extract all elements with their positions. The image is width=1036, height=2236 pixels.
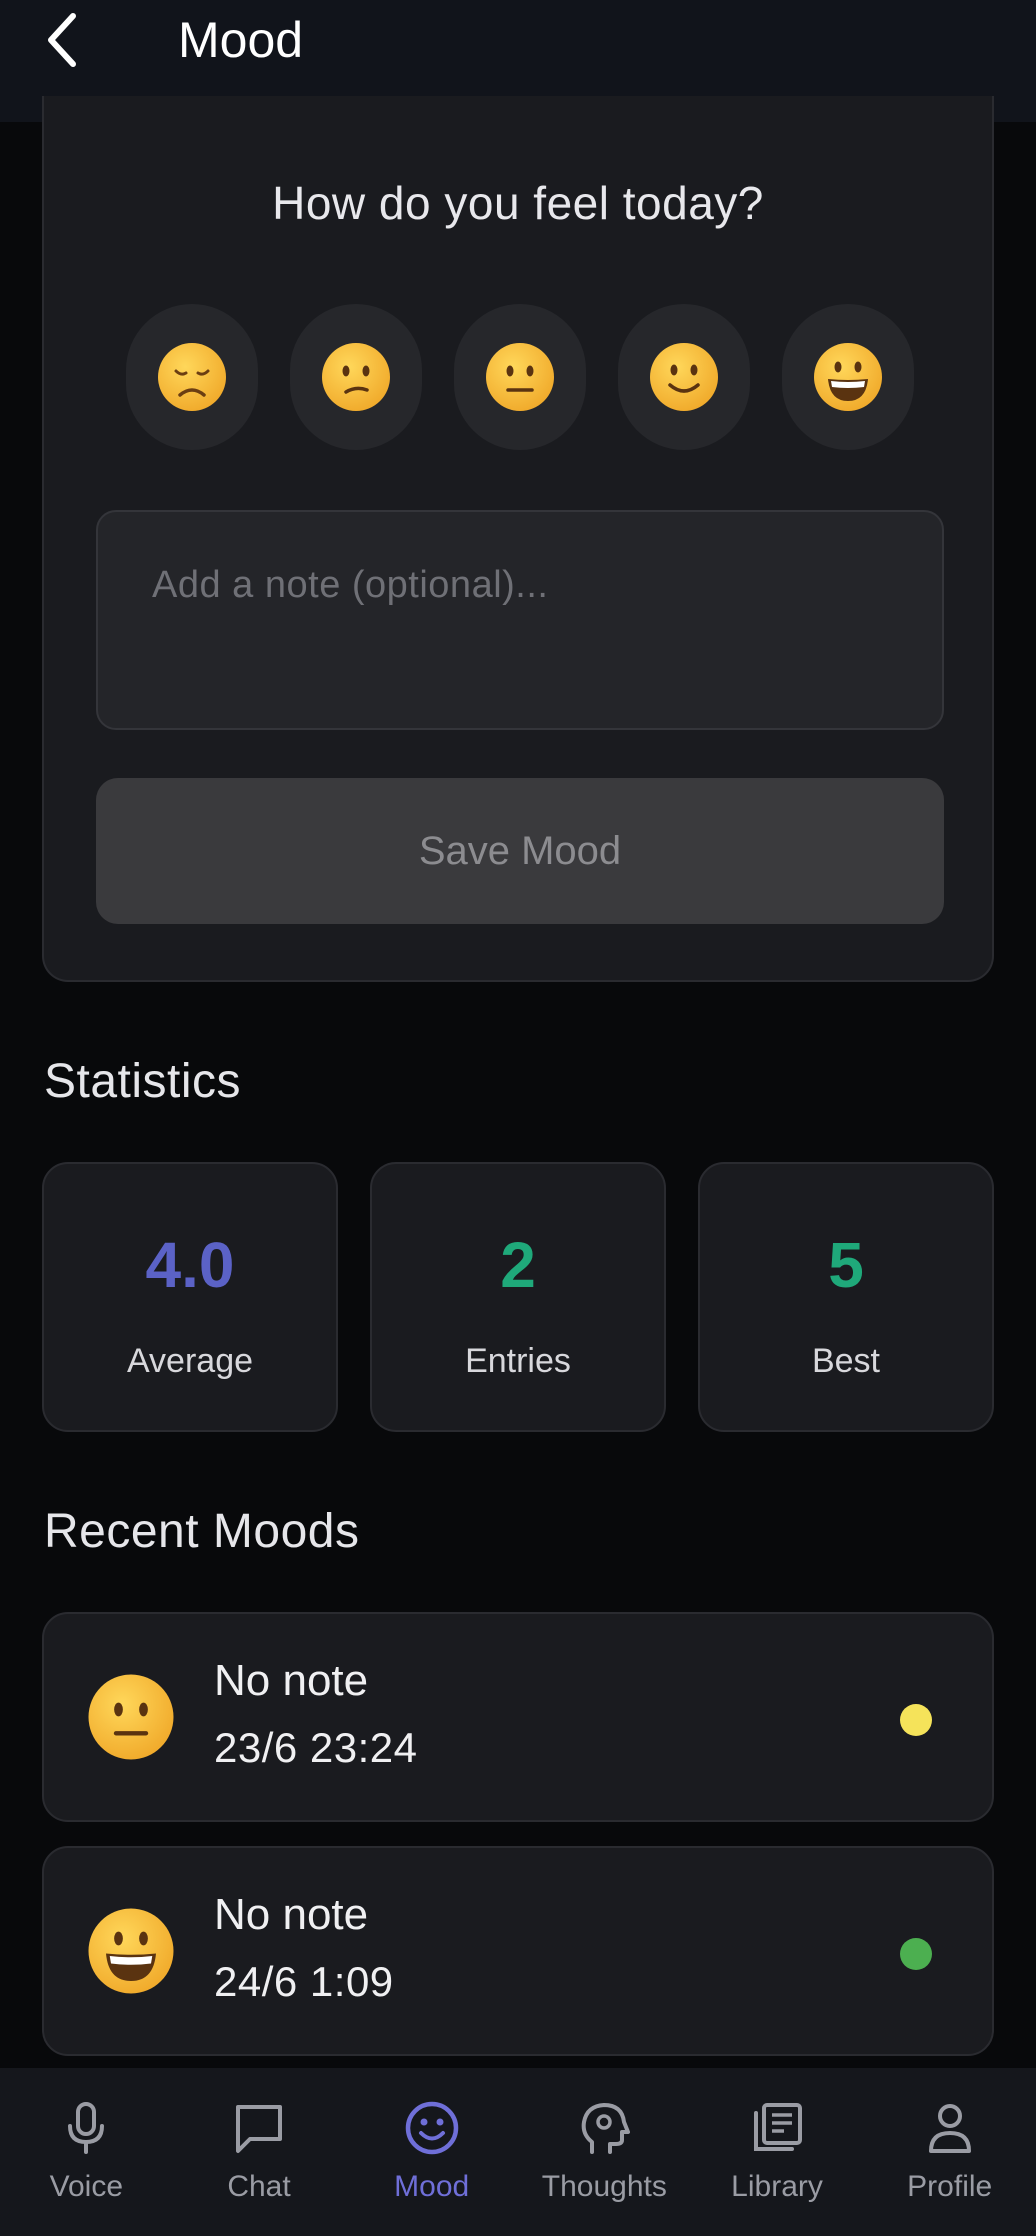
library-icon bbox=[754, 2103, 803, 2151]
nav-chat[interactable]: Chat bbox=[173, 2068, 346, 2236]
nav-thoughts-label: Thoughts bbox=[541, 2170, 667, 2203]
mood-question: How do you feel today? bbox=[272, 177, 764, 229]
recent-mood-time: 23/6 23:24 bbox=[214, 1724, 418, 1771]
mood-option-3[interactable] bbox=[454, 304, 586, 450]
stat-entries-value: 2 bbox=[500, 1229, 536, 1301]
stat-entries-card: 2 Entries bbox=[370, 1162, 666, 1432]
mood-entry-card: How do you feel today? Add a note (optio… bbox=[42, 96, 994, 982]
bottom-navigation: Voice Chat Mood Thoughts Library Profile bbox=[0, 2068, 1036, 2236]
back-button[interactable] bbox=[38, 10, 88, 70]
nav-mood-label: Mood bbox=[394, 2170, 470, 2203]
stat-average-label: Average bbox=[126, 1342, 254, 1380]
microphone-icon bbox=[68, 2102, 105, 2154]
mood-emoji-selector bbox=[126, 304, 914, 450]
page-title: Mood bbox=[178, 12, 304, 68]
nav-voice[interactable]: Voice bbox=[0, 2068, 173, 2236]
neutral-face-icon bbox=[88, 1674, 174, 1760]
statistics-row: 4.0 Average 2 Entries 5 Best bbox=[42, 1162, 994, 1432]
mood-option-1[interactable] bbox=[126, 304, 258, 450]
save-mood-button[interactable]: Save Mood bbox=[96, 778, 944, 924]
sad-face-icon bbox=[158, 343, 226, 411]
nav-thoughts[interactable]: Thoughts bbox=[518, 2068, 691, 2236]
mood-option-4[interactable] bbox=[618, 304, 750, 450]
statistics-heading: Statistics bbox=[44, 1055, 242, 1108]
mood-level-dot bbox=[900, 1938, 932, 1970]
nav-profile-label: Profile bbox=[907, 2170, 993, 2203]
grin-face-icon bbox=[814, 343, 882, 411]
nav-library-label: Library bbox=[731, 2170, 823, 2203]
confused-face-icon bbox=[322, 343, 390, 411]
brain-head-icon bbox=[582, 2103, 631, 2154]
mood-option-5[interactable] bbox=[782, 304, 914, 450]
stat-best-label: Best bbox=[811, 1342, 881, 1380]
mood-screen: Mood How do you feel today? Add a note (… bbox=[0, 0, 1036, 2236]
mood-level-dot bbox=[900, 1704, 932, 1736]
stat-average-value: 4.0 bbox=[145, 1229, 235, 1301]
nav-mood[interactable]: Mood bbox=[345, 2068, 518, 2236]
stat-best-card: 5 Best bbox=[698, 1162, 994, 1432]
slight-smile-face-icon bbox=[650, 343, 718, 411]
smiley-icon bbox=[405, 2101, 458, 2155]
mood-note-input[interactable] bbox=[96, 510, 944, 730]
nav-voice-label: Voice bbox=[49, 2170, 124, 2203]
stat-best-value: 5 bbox=[828, 1229, 864, 1301]
stat-entries-label: Entries bbox=[465, 1342, 571, 1380]
person-icon bbox=[928, 2104, 971, 2153]
nav-chat-label: Chat bbox=[227, 2170, 291, 2203]
nav-library[interactable]: Library bbox=[691, 2068, 864, 2236]
recent-mood-time: 24/6 1:09 bbox=[214, 1958, 394, 2005]
mood-option-2[interactable] bbox=[290, 304, 422, 450]
recent-mood-note: No note bbox=[214, 1890, 369, 1939]
grin-face-icon bbox=[88, 1908, 174, 1994]
recent-mood-item[interactable]: No note 23/6 23:24 bbox=[42, 1612, 994, 1822]
nav-profile[interactable]: Profile bbox=[863, 2068, 1036, 2236]
recent-mood-note: No note bbox=[214, 1656, 369, 1705]
stat-average-card: 4.0 Average bbox=[42, 1162, 338, 1432]
chevron-left-icon bbox=[48, 13, 76, 67]
chat-bubble-icon bbox=[236, 2105, 282, 2153]
neutral-face-icon bbox=[486, 343, 554, 411]
recent-mood-item[interactable]: No note 24/6 1:09 bbox=[42, 1846, 994, 2056]
recent-moods-heading: Recent Moods bbox=[44, 1505, 360, 1558]
